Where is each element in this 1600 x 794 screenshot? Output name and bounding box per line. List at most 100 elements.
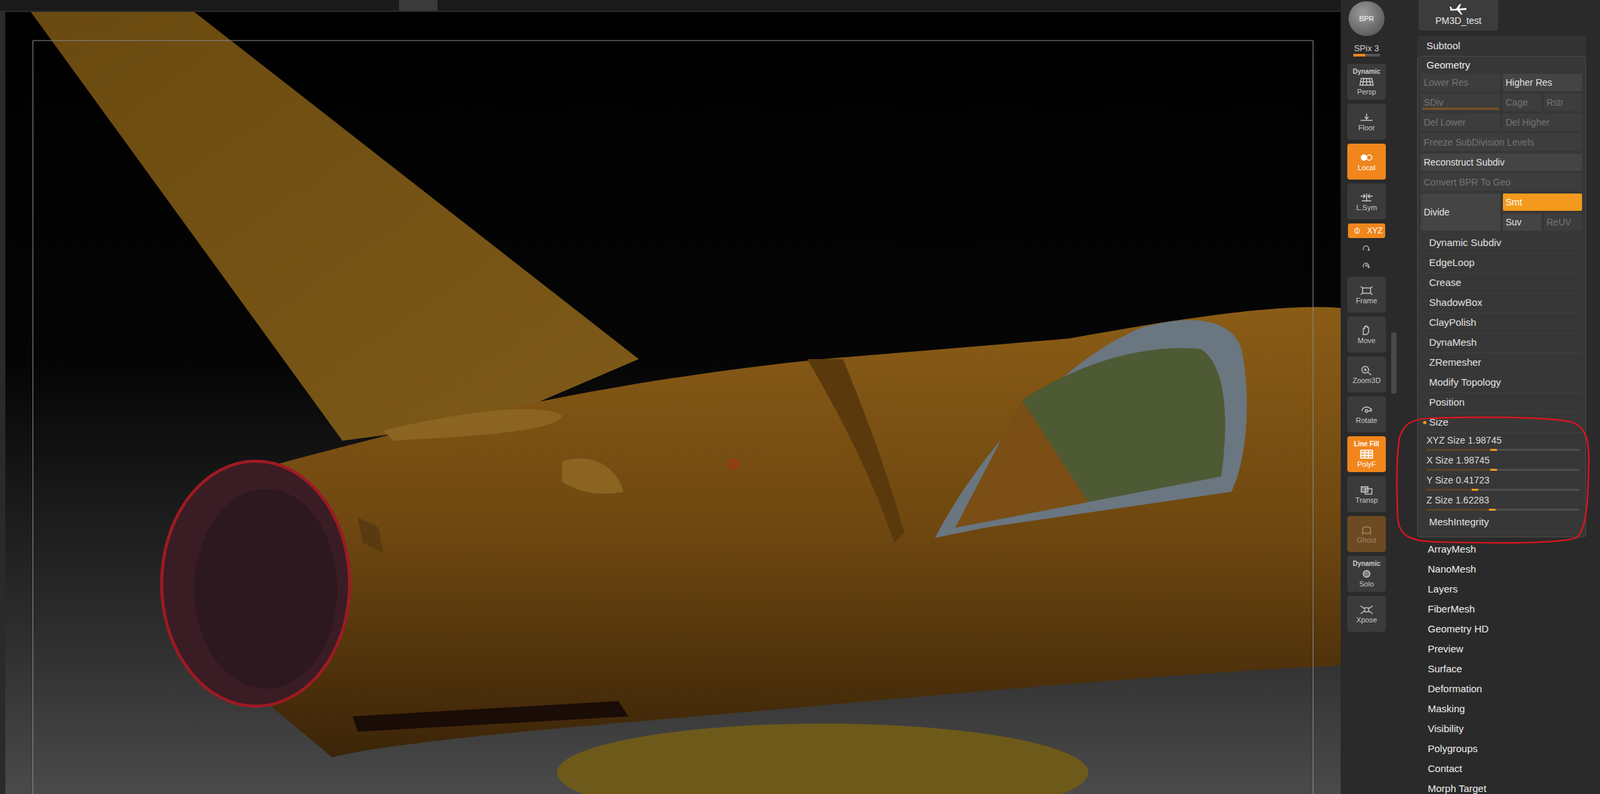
subpalette-menu[interactable]: Geometry HD [1417, 619, 1587, 640]
subpalette-header[interactable]: EdgeLoop [1421, 253, 1583, 274]
shelf-button[interactable]: Line FillPolyF [1347, 436, 1386, 473]
subpalette-header[interactable]: Position [1421, 393, 1583, 413]
floor-icon [1358, 111, 1375, 124]
subpalette-menu[interactable]: Morph Target [1417, 778, 1587, 794]
geometry-button[interactable]: Lower Res [1421, 73, 1501, 92]
size-slider[interactable]: Y Size0.41723 [1421, 472, 1583, 493]
subpalette-menu[interactable]: NanoMesh [1417, 559, 1587, 580]
size-slider[interactable]: Z Size1.62283 [1421, 492, 1583, 513]
slider-fill [1422, 107, 1499, 110]
slider-knob [1488, 508, 1496, 511]
label: SPix 3 [1353, 43, 1380, 53]
size-slider[interactable]: X Size1.98745 [1421, 452, 1583, 473]
shelf-button[interactable]: DynamicSolo [1347, 555, 1386, 592]
button-row: Freeze SubDivision Levels [1421, 133, 1583, 151]
geometry-button[interactable]: Higher Res [1502, 73, 1583, 92]
expanded-dot [1423, 301, 1427, 305]
subpalette-menu[interactable]: Surface [1417, 659, 1587, 679]
subpalette-menu[interactable]: FiberMesh [1417, 599, 1587, 620]
shelf-button[interactable]: Zoom3D [1347, 356, 1386, 393]
geometry-button[interactable]: Cage [1502, 93, 1542, 112]
viewport[interactable] [5, 11, 1341, 794]
label: 1.98745 [1467, 434, 1502, 447]
shelf-button[interactable]: Frame [1347, 276, 1386, 313]
shelf-button[interactable]: Rotate [1347, 396, 1386, 433]
label: Surface [1427, 661, 1463, 677]
shelf-button[interactable]: Ghost [1347, 516, 1386, 552]
label: Subtool [1426, 38, 1461, 54]
label: ZRemesher [1429, 355, 1481, 371]
shelf-button[interactable]: L.Sym [1347, 183, 1386, 220]
geometry-button[interactable]: Del Lower [1421, 113, 1501, 132]
subpalette-header[interactable]: Crease [1421, 273, 1583, 294]
label: Higher Res [1505, 77, 1553, 88]
rotation-axis-button[interactable] [1358, 259, 1375, 273]
subpalette-menu[interactable]: Layers [1417, 579, 1587, 600]
slider-text: Y Size0.41723 [1426, 474, 1580, 487]
label: XYZ Size [1426, 434, 1466, 447]
slider-text: X Size1.98745 [1426, 454, 1580, 467]
shelf-button[interactable]: DynamicPersp [1347, 63, 1386, 100]
shelf-scrollbar[interactable] [1389, 0, 1398, 794]
spix-slider[interactable]: SPix 3 [1353, 39, 1380, 60]
airplane-icon [1448, 3, 1469, 16]
label: Reconstruct Subdiv [1423, 157, 1505, 167]
subpalette-menu[interactable]: Contact [1417, 758, 1587, 779]
slider-track [1426, 468, 1580, 471]
slider-track [1426, 448, 1580, 451]
label: 1.98745 [1455, 454, 1490, 467]
label: Persp [1357, 88, 1377, 96]
frame-icon [1358, 284, 1375, 297]
label: Xpose [1355, 616, 1377, 624]
subtool-menu[interactable]: Subtool [1417, 35, 1587, 56]
bpr-button[interactable]: BPR [1348, 1, 1385, 36]
shelf-button[interactable]: Xpose [1347, 595, 1386, 632]
divide-option[interactable]: Smt [1502, 193, 1583, 211]
geometry-header[interactable]: Geometry [1421, 56, 1583, 74]
slider-fill [1426, 508, 1496, 511]
slider-track [1353, 53, 1380, 57]
subpalette-header[interactable]: ShadowBox [1421, 293, 1583, 314]
divide-option[interactable]: ReUV [1544, 213, 1583, 231]
divide-option[interactable]: Suv [1502, 213, 1542, 231]
subpalette-menu[interactable]: Polygroups [1417, 738, 1587, 759]
slider-text: XYZ Size1.98745 [1426, 434, 1580, 447]
subpalette-header[interactable]: Dynamic Subdiv [1421, 233, 1583, 254]
tool-thumbnail[interactable]: PM3D_test [1418, 0, 1499, 31]
size-slider[interactable]: XYZ Size1.98745 [1421, 432, 1583, 453]
subpalette-header[interactable]: ClayPolish [1421, 313, 1583, 334]
subpalette-menu[interactable]: Visibility [1417, 718, 1587, 739]
symmetry-axis-button[interactable]: XYZ [1347, 223, 1386, 239]
label: Rotate [1355, 416, 1378, 425]
subpalette-menu[interactable]: ArrayMesh [1417, 539, 1587, 560]
slider-track [1426, 508, 1580, 511]
divide-button[interactable]: Divide [1421, 193, 1501, 231]
right-shelf: BPR SPix 3 DynamicPerspFloorLocalL.Sym XYZ F… [1343, 0, 1390, 794]
subpalette-menu[interactable]: Masking [1417, 698, 1587, 719]
geometry-button[interactable]: Freeze SubDivision Levels [1421, 133, 1583, 151]
geometry-button[interactable]: Reconstruct Subdiv [1421, 153, 1583, 171]
shelf-button[interactable]: Move [1347, 316, 1386, 353]
slider-fill [1426, 488, 1479, 491]
rotation-axis-button[interactable] [1358, 242, 1375, 256]
geometry-button[interactable]: Convert BPR To Geo [1421, 173, 1583, 191]
subpalette-menu[interactable]: Preview [1417, 639, 1587, 660]
subpalette-menu[interactable]: Deformation [1417, 678, 1587, 699]
shelf-button[interactable]: Floor [1347, 103, 1386, 140]
subpalette-header[interactable]: ZRemesher [1421, 353, 1583, 374]
subpalette-header[interactable]: DynaMesh [1421, 333, 1583, 354]
label: 0.41723 [1455, 474, 1490, 487]
subpalette-header[interactable]: Modify Topology [1421, 373, 1583, 394]
expanded-dot [1423, 281, 1427, 285]
subpalette-header[interactable]: Size [1421, 412, 1583, 433]
label: Zoom3D [1352, 377, 1381, 385]
label: Divide [1423, 205, 1450, 220]
shelf-button[interactable]: Local [1347, 143, 1386, 180]
shelf-button[interactable]: Transp [1347, 476, 1386, 513]
sdiv-slider[interactable]: SDiv [1421, 93, 1501, 112]
button-row: SDivCageRstr [1421, 93, 1583, 112]
subpalette-header[interactable]: MeshIntegrity [1421, 512, 1583, 533]
geometry-button[interactable]: Rstr [1544, 93, 1583, 112]
label: Line Fill [1353, 440, 1380, 448]
geometry-button[interactable]: Del Higher [1502, 113, 1583, 132]
